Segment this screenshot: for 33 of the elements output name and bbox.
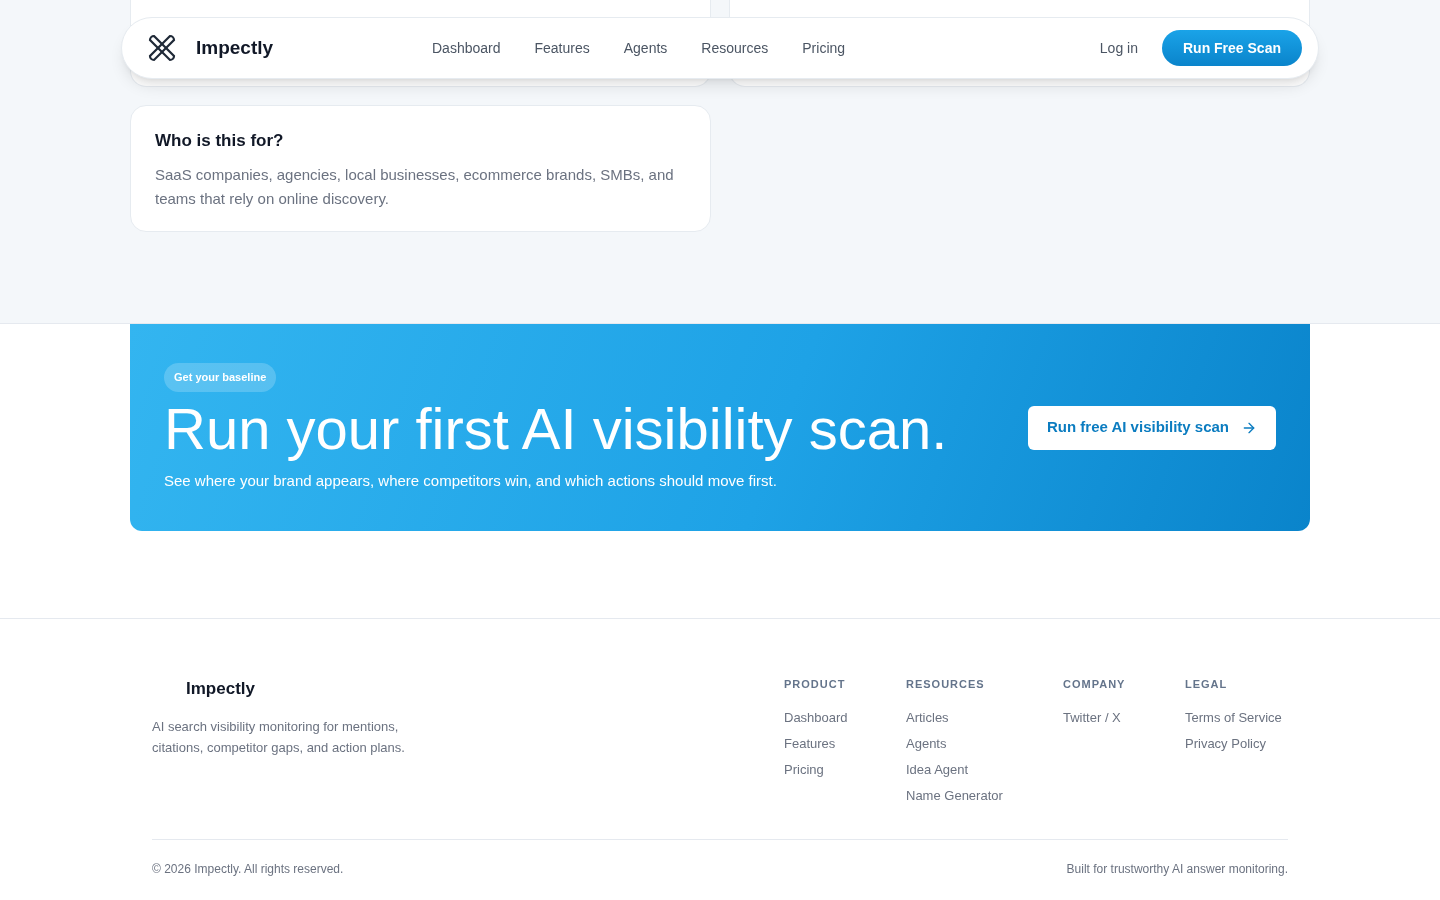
- nav-link[interactable]: Dashboard: [432, 37, 501, 59]
- card-text: SaaS companies, agencies, local businesses, ecommerce brands, SMBs, and teams that rely on online discovery.: [155, 164, 675, 209]
- footer-link[interactable]: Features: [784, 730, 906, 757]
- knot-logo-icon: [146, 32, 178, 64]
- nav-link[interactable]: Features: [534, 37, 590, 59]
- footer-link[interactable]: Dashboard: [784, 704, 906, 731]
- column-heading: RESOURCES: [906, 677, 986, 692]
- footer-link[interactable]: Articles: [906, 704, 1063, 731]
- nav-link[interactable]: Agents: [623, 37, 668, 59]
- footer-link[interactable]: Privacy Policy: [1185, 730, 1288, 757]
- column-heading: COMPANY: [1063, 677, 1127, 692]
- footer-link[interactable]: Idea Agent: [906, 756, 1063, 783]
- footer-link[interactable]: Pricing: [784, 756, 906, 783]
- footer-link[interactable]: Agents: [906, 730, 1063, 757]
- nav-link[interactable]: Resources: [701, 37, 769, 59]
- column-heading: PRODUCT: [784, 677, 847, 692]
- badge: Get your baseline: [164, 363, 277, 392]
- column-heading: LEGAL: [1185, 677, 1229, 692]
- footer-tagline: AI search visibility monitoring for mentions, citations, competitor gaps, and action plans.: [152, 717, 406, 757]
- footer-link[interactable]: Terms of Service: [1185, 704, 1288, 731]
- card-title: Who is this for?: [155, 130, 285, 152]
- brand-name[interactable]: Impectly: [196, 33, 432, 63]
- footer-link[interactable]: Twitter / X: [1063, 704, 1185, 731]
- scan-button[interactable]: Run free AI visibility scan: [1028, 405, 1276, 450]
- login-link[interactable]: Log in: [1099, 37, 1138, 59]
- footer-brand: Impectly: [185, 678, 256, 700]
- copyright: © 2026 Impectly. All rights reserved.: [152, 861, 344, 878]
- cta-title: Run your first AI visibility scan.: [164, 394, 948, 463]
- run-scan-button[interactable]: Run Free Scan: [1161, 30, 1302, 66]
- footer-link[interactable]: Name Generator: [906, 782, 1063, 809]
- cta-subtitle: See where your brand appears, where competitors win, and which actions should move first.: [164, 470, 777, 491]
- footer-note: Built for trustworthy AI answer monitoring.: [1066, 861, 1288, 878]
- nav-link[interactable]: Pricing: [802, 37, 846, 59]
